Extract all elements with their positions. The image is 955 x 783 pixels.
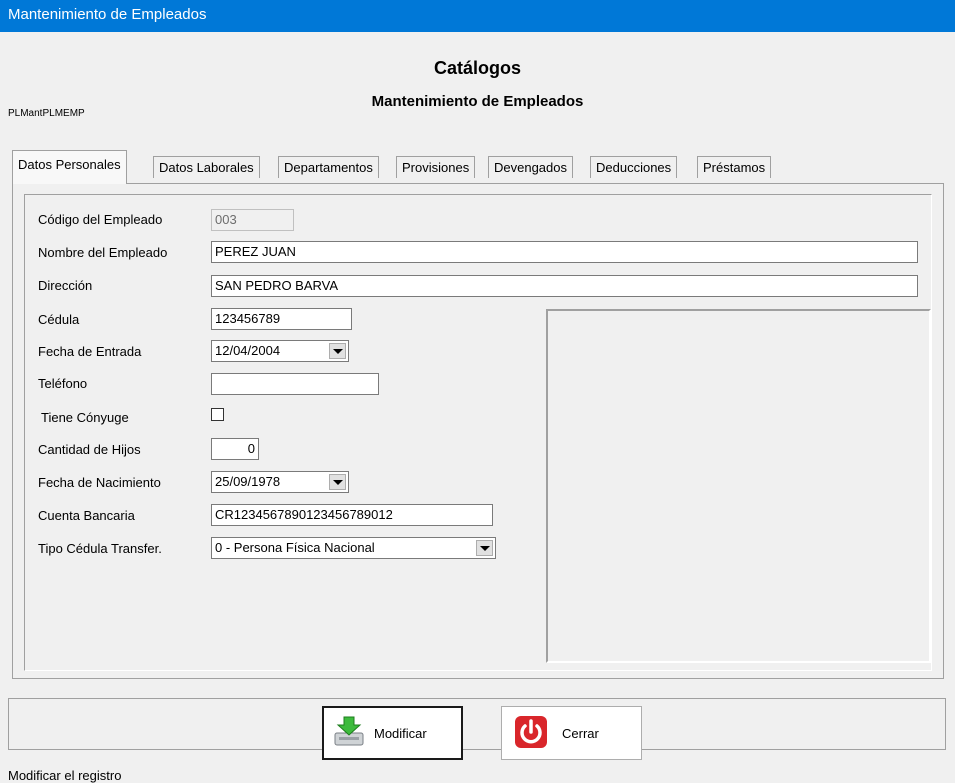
power-icon	[514, 715, 548, 752]
window-title: Mantenimiento de Empleados	[8, 6, 207, 23]
tipo-cedula-label: Tipo Cédula Transfer.	[38, 541, 162, 556]
direccion-label: Dirección	[38, 278, 93, 293]
tipo-cedula-select[interactable]: 0 - Persona Física Nacional	[211, 537, 496, 559]
conyuge-checkbox[interactable]	[211, 408, 224, 421]
telefono-field[interactable]	[211, 373, 379, 395]
cuenta-field[interactable]: CR1234567890123456789012	[211, 504, 493, 526]
tab-provisiones[interactable]: Provisiones	[396, 156, 476, 178]
fecha-nacimiento-label: Fecha de Nacimiento	[38, 475, 161, 490]
codigo-field: 003	[211, 209, 294, 231]
chevron-down-icon[interactable]	[329, 343, 346, 359]
fecha-entrada-value: 12/04/2004	[215, 343, 281, 358]
modify-button[interactable]: Modificar	[322, 706, 463, 760]
tab-prestamos[interactable]: Préstamos	[697, 156, 772, 178]
close-button[interactable]: Cerrar	[501, 706, 642, 760]
status-bar-text: Modificar el registro	[8, 768, 122, 783]
codigo-label: Código del Empleado	[38, 212, 163, 227]
fecha-nacimiento-picker[interactable]: 25/09/1978	[211, 471, 349, 493]
photo-box	[546, 309, 931, 663]
fecha-entrada-label: Fecha de Entrada	[38, 344, 142, 359]
form-group: Código del Empleado 003 Nombre del Emple…	[24, 194, 932, 671]
page-title: Catálogos	[433, 58, 521, 78]
tab-datos-laborales[interactable]: Datos Laborales	[153, 156, 260, 178]
hijos-field[interactable]: 0	[211, 438, 259, 460]
tab-devengados[interactable]: Devengados	[488, 156, 573, 178]
tab-deducciones[interactable]: Deducciones	[590, 156, 678, 178]
fecha-entrada-picker[interactable]: 12/04/2004	[211, 340, 349, 362]
tab-departamentos[interactable]: Departamentos	[278, 156, 379, 178]
close-label: Cerrar	[562, 725, 599, 741]
chevron-down-icon[interactable]	[476, 540, 493, 556]
telefono-label: Teléfono	[38, 376, 88, 391]
button-bar	[8, 698, 946, 750]
tab-datos-personales[interactable]: Datos Personales	[12, 150, 127, 184]
inbox-download-icon	[332, 715, 366, 752]
chevron-down-icon[interactable]	[329, 474, 346, 490]
cedula-label: Cédula	[38, 312, 80, 327]
nombre-field[interactable]: PEREZ JUAN	[211, 241, 918, 263]
page-subtitle: Mantenimiento de Empleados	[371, 93, 584, 110]
cedula-field[interactable]: 123456789	[211, 308, 352, 330]
tipo-cedula-value: 0 - Persona Física Nacional	[215, 540, 375, 555]
conyuge-label: Tiene Cónyuge	[41, 410, 129, 425]
form-code: PLMantPLMEMP	[8, 108, 85, 119]
cuenta-label: Cuenta Bancaria	[38, 508, 135, 523]
fecha-nacimiento-value: 25/09/1978	[215, 474, 281, 489]
direccion-field[interactable]: SAN PEDRO BARVA	[211, 275, 918, 297]
modify-label: Modificar	[374, 725, 427, 741]
window-titlebar: Mantenimiento de Empleados	[0, 0, 955, 32]
tab-panel-datos-personales: Código del Empleado 003 Nombre del Emple…	[12, 183, 944, 679]
hijos-label: Cantidad de Hijos	[38, 442, 141, 457]
nombre-label: Nombre del Empleado	[38, 245, 168, 260]
